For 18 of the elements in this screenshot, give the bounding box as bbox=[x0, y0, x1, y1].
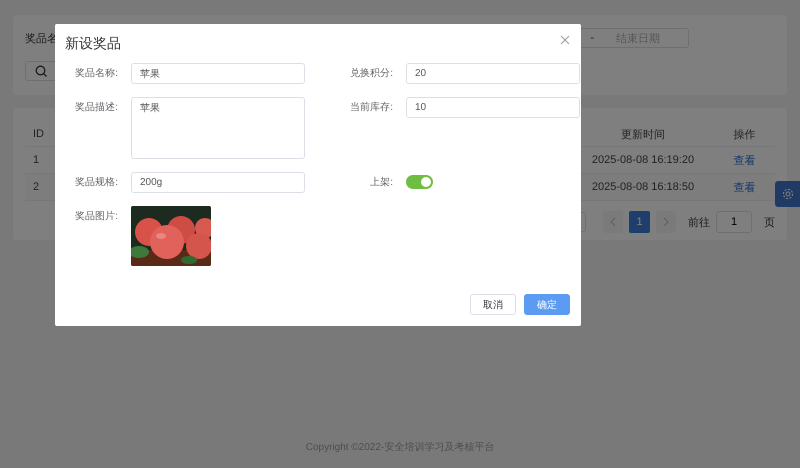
field-label: 奖品规格: bbox=[74, 176, 118, 190]
column-header: ID bbox=[32, 128, 45, 140]
table-cell-text: 1 bbox=[32, 154, 40, 166]
column-header: 操作 bbox=[732, 128, 756, 142]
table-cell-text: 2025-08-08 16:18:50 bbox=[590, 181, 696, 193]
field-label: 奖品描述: bbox=[74, 100, 118, 115]
table-cell-text: 2025-08-08 16:19:20 bbox=[590, 154, 696, 166]
dialog-title: 新设奖品 bbox=[65, 35, 121, 53]
date-separator: - bbox=[590, 32, 594, 44]
field-label: 上架: bbox=[369, 176, 393, 190]
column-header: 更新时间 bbox=[620, 128, 666, 142]
field-label: 奖品图片: bbox=[74, 210, 118, 224]
field-label: 奖品名称: bbox=[74, 67, 118, 81]
page-unit-label: 页 bbox=[764, 216, 775, 230]
field-label: 当前库存: bbox=[349, 100, 393, 115]
table-cell-text: 2 bbox=[32, 181, 40, 193]
goto-label: 前往 bbox=[688, 216, 710, 230]
field-label: 兑换积分: bbox=[349, 66, 393, 81]
